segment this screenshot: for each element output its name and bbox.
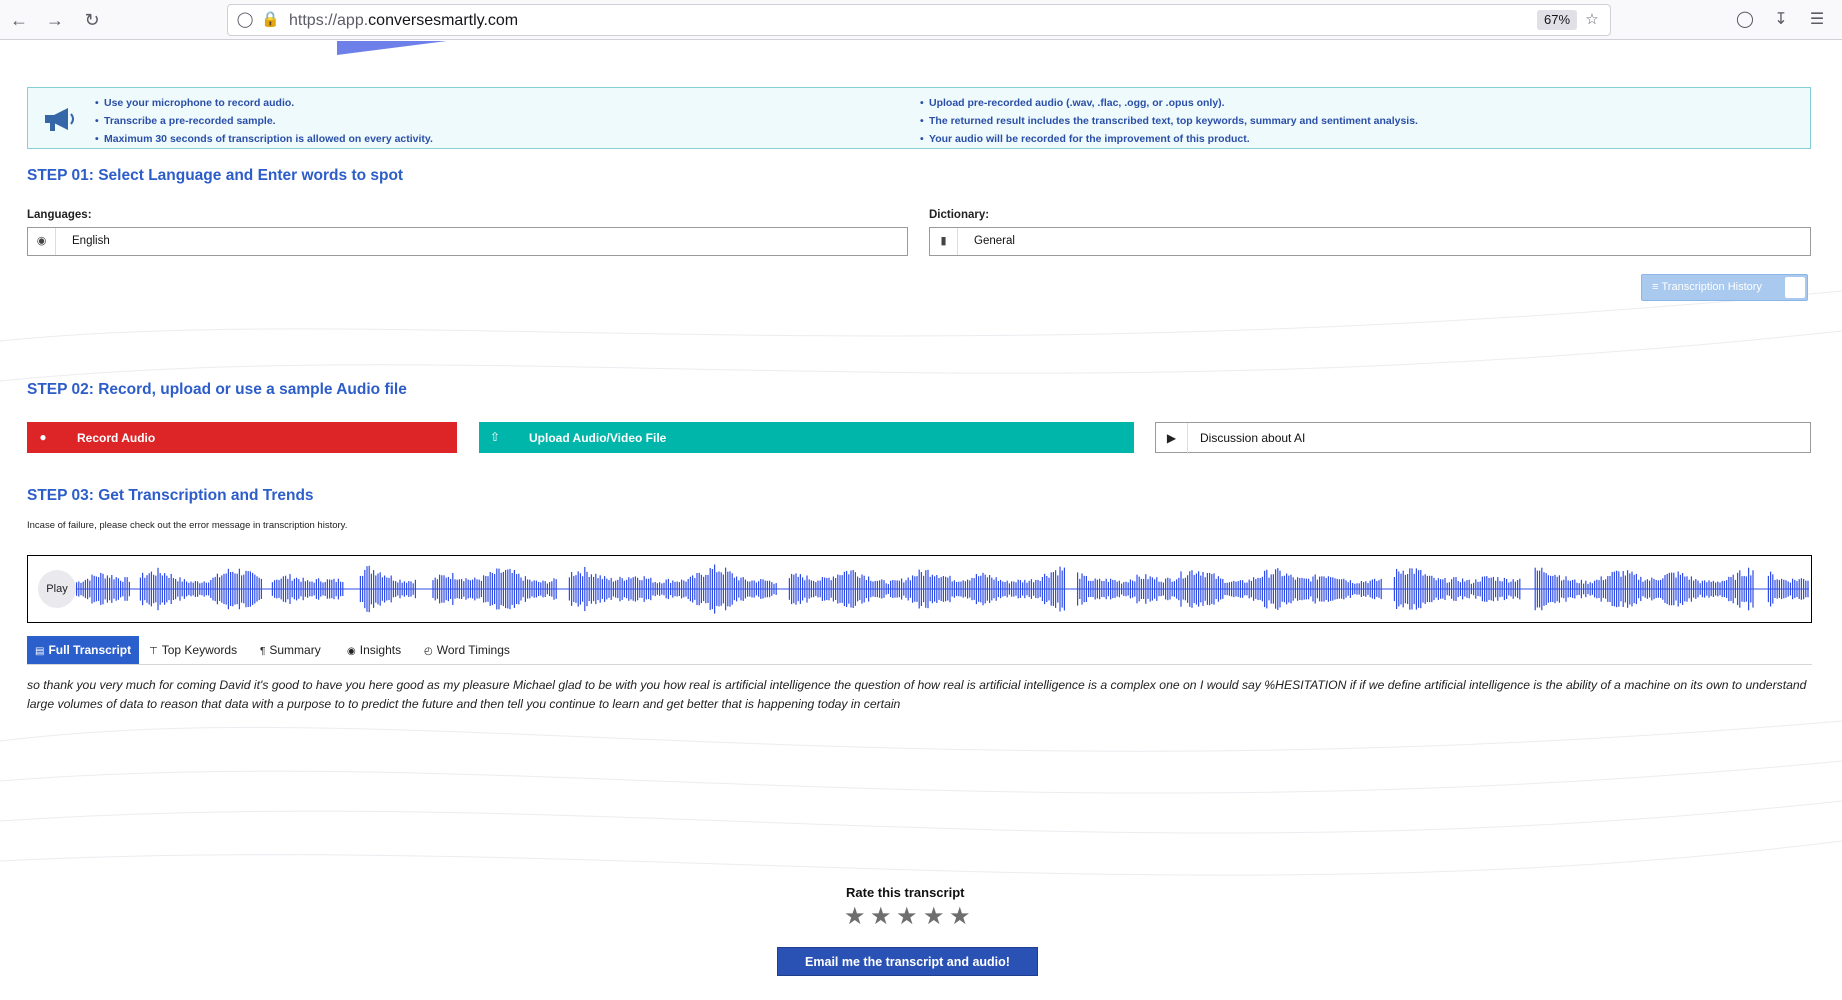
page-content: Use your microphone to record audio. Tra… bbox=[0, 41, 1842, 1000]
target-icon: ◉ bbox=[347, 646, 356, 657]
bookmark-star-icon[interactable]: ☆ bbox=[1583, 11, 1601, 29]
info-list-left: Use your microphone to record audio. Tra… bbox=[95, 94, 433, 148]
star-icon[interactable]: ★ bbox=[923, 905, 945, 929]
globe-icon: ◉ bbox=[28, 228, 56, 255]
info-list-right: Upload pre-recorded audio (.wav, .flac, … bbox=[920, 94, 1418, 148]
url-text[interactable]: https://app.conversesmartly.com bbox=[289, 12, 518, 30]
upload-file-label: Upload Audio/Video File bbox=[529, 431, 667, 445]
result-tabs: ▤ Full Transcript ⊤ Top Keywords ¶ Summary … bbox=[27, 636, 1812, 665]
language-value: English bbox=[72, 235, 110, 247]
transcription-history-label: ≡ Transcription History bbox=[1652, 281, 1762, 293]
star-icon[interactable]: ★ bbox=[870, 905, 892, 929]
book-icon: ▮ bbox=[930, 228, 958, 255]
pocket-icon[interactable]: ◯ bbox=[1734, 9, 1756, 31]
helper-text: Incase of failure, please check out the … bbox=[27, 520, 348, 531]
step2-title: STEP 02: Record, upload or use a sample … bbox=[27, 381, 407, 398]
languages-label: Languages: bbox=[27, 209, 92, 221]
transcript-text: so thank you very much for coming David … bbox=[27, 678, 1807, 711]
info-item: Transcribe a pre-recorded sample. bbox=[95, 112, 433, 130]
step3-title: STEP 03: Get Transcription and Trends bbox=[27, 487, 314, 504]
info-item: Your audio will be recorded for the impr… bbox=[920, 130, 1418, 148]
waveform-baseline bbox=[76, 588, 1809, 590]
record-audio-button[interactable]: ● Record Audio bbox=[27, 422, 457, 453]
email-transcript-label: Email me the transcript and audio! bbox=[805, 955, 1010, 969]
list-icon: ≡ bbox=[1652, 281, 1659, 293]
tab-word-timings[interactable]: ◴ Word Timings bbox=[424, 636, 510, 664]
audio-waveform-player[interactable]: Play bbox=[27, 555, 1812, 623]
microphone-icon: ● bbox=[39, 430, 47, 444]
star-icon[interactable]: ★ bbox=[896, 905, 918, 929]
dictionary-select[interactable]: ▮ General bbox=[929, 227, 1811, 256]
info-item: Upload pre-recorded audio (.wav, .flac, … bbox=[920, 94, 1418, 112]
waveform[interactable] bbox=[76, 562, 1809, 616]
upload-file-button[interactable]: ⇧ Upload Audio/Video File bbox=[479, 422, 1134, 453]
info-item: The returned result includes the transcr… bbox=[920, 112, 1418, 130]
shield-icon[interactable]: ◯ bbox=[236, 11, 254, 29]
tab-summary[interactable]: ¶ Summary bbox=[260, 636, 321, 664]
email-transcript-button[interactable]: Email me the transcript and audio! bbox=[777, 947, 1038, 976]
tab-full-transcript[interactable]: ▤ Full Transcript bbox=[27, 636, 140, 664]
play-button[interactable]: Play bbox=[38, 570, 76, 608]
step1-title: STEP 01: Select Language and Enter words… bbox=[27, 167, 404, 184]
forward-icon[interactable]: → bbox=[44, 9, 66, 31]
tab-insights[interactable]: ◉ Insights bbox=[347, 636, 401, 664]
record-audio-label: Record Audio bbox=[77, 431, 156, 445]
dictionary-value: General bbox=[974, 235, 1015, 247]
zoom-level[interactable]: 67% bbox=[1537, 10, 1578, 30]
star-icon[interactable]: ★ bbox=[844, 905, 866, 929]
heading-icon: ⊤ bbox=[149, 646, 158, 657]
upload-icon: ⇧ bbox=[489, 430, 501, 444]
reload-icon[interactable]: ↻ bbox=[81, 9, 103, 31]
transcription-history-button[interactable]: ≡ Transcription History bbox=[1641, 274, 1808, 301]
menu-icon[interactable]: ☰ bbox=[1806, 9, 1828, 31]
megaphone-icon bbox=[45, 108, 74, 131]
back-icon[interactable]: ← bbox=[8, 9, 30, 31]
address-bar[interactable]: ◯ 🔒 https://app.conversesmartly.com 67% … bbox=[227, 4, 1611, 36]
play-icon: ▶ bbox=[1156, 423, 1188, 454]
info-item: Maximum 30 seconds of transcription is a… bbox=[95, 130, 433, 148]
tab-top-keywords[interactable]: ⊤ Top Keywords bbox=[149, 636, 237, 664]
language-select[interactable]: ◉ English bbox=[27, 227, 908, 256]
download-icon[interactable]: ↧ bbox=[1770, 9, 1792, 31]
clock-icon: ◴ bbox=[424, 646, 433, 657]
star-icon[interactable]: ★ bbox=[949, 905, 971, 929]
history-toggle-icon[interactable] bbox=[1785, 277, 1805, 298]
rate-title: Rate this transcript bbox=[846, 885, 965, 900]
sample-audio-select[interactable]: ▶ Discussion about AI bbox=[1155, 422, 1811, 454]
info-box: Use your microphone to record audio. Tra… bbox=[27, 87, 1811, 149]
paragraph-icon: ¶ bbox=[260, 646, 266, 657]
lock-icon[interactable]: 🔒 bbox=[261, 11, 280, 29]
banner-decoration bbox=[337, 41, 447, 55]
document-icon: ▤ bbox=[35, 646, 45, 657]
info-item: Use your microphone to record audio. bbox=[95, 94, 433, 112]
dictionary-label: Dictionary: bbox=[929, 209, 990, 221]
sample-audio-label: Discussion about AI bbox=[1200, 431, 1306, 445]
browser-toolbar: ← → ↻ ◯ 🔒 https://app.conversesmartly.co… bbox=[0, 0, 1842, 40]
